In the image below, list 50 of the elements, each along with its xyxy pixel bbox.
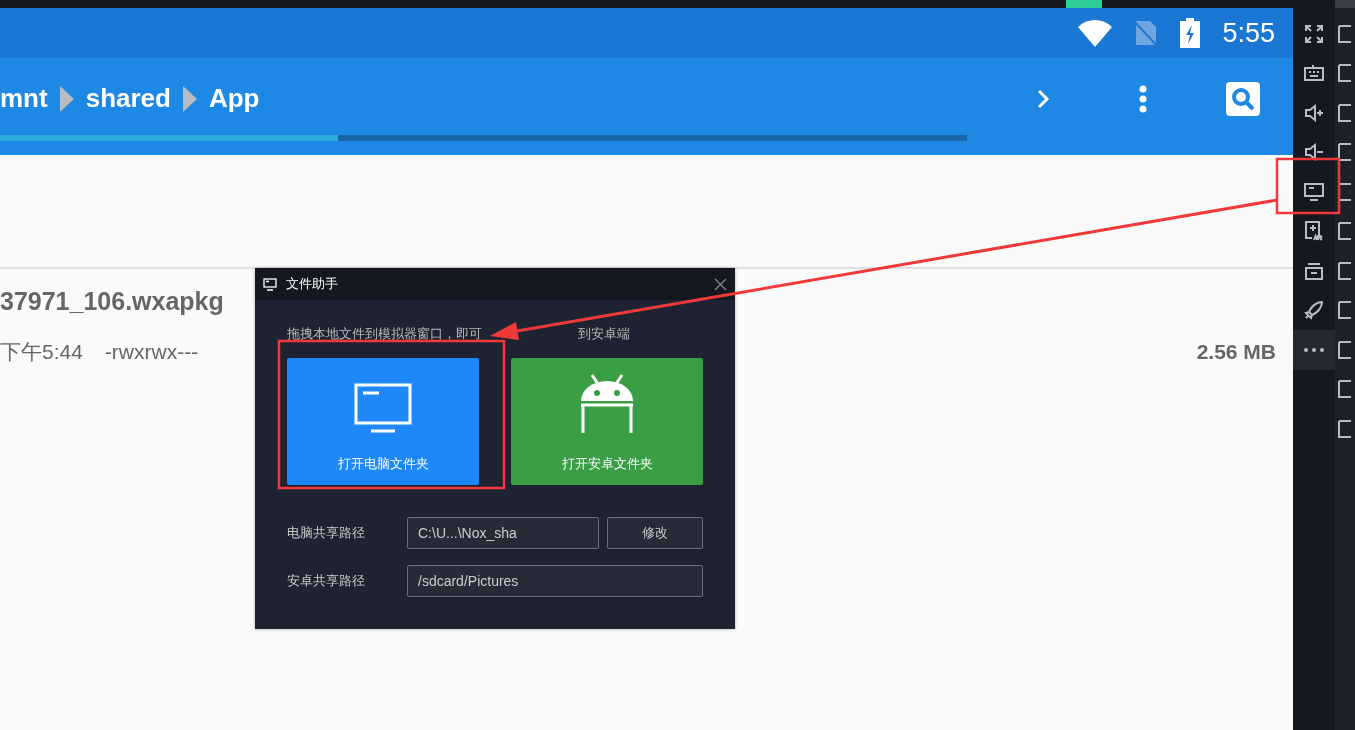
android-icon	[578, 373, 636, 433]
fullscreen-icon[interactable]	[1304, 23, 1324, 44]
volume-down-icon[interactable]	[1304, 143, 1324, 162]
toolbar-icon[interactable]	[1335, 299, 1351, 322]
monitor-icon[interactable]	[1304, 182, 1324, 201]
breadcrumb-item[interactable]: shared	[85, 83, 171, 114]
battery-charging-icon	[1180, 18, 1201, 48]
stack-icon[interactable]	[1304, 260, 1324, 281]
field-label: 安卓共享路径	[287, 572, 366, 590]
more-vertical-icon	[1139, 84, 1147, 113]
volume-up-icon[interactable]	[1304, 103, 1324, 122]
keyboard-icon[interactable]	[1304, 65, 1324, 82]
toolbar-icon[interactable]	[1335, 259, 1351, 282]
search-icon	[1226, 81, 1260, 116]
toolbar-icon[interactable]	[1335, 22, 1351, 45]
breadcrumb-separator-icon	[59, 85, 74, 112]
monitor-icon	[263, 277, 277, 291]
rocket-icon[interactable]	[1304, 300, 1324, 321]
file-date: 下午5:44	[0, 339, 83, 365]
toolbar-icon[interactable]	[1335, 101, 1351, 124]
monitor-icon	[354, 383, 412, 433]
breadcrumb-item[interactable]: App	[208, 83, 260, 114]
toolbar-icon[interactable]	[1335, 338, 1351, 361]
toolbar-icon[interactable]	[1335, 62, 1351, 85]
path-field[interactable]: /sdcard/Pictures	[407, 565, 703, 597]
more-icon[interactable]	[1304, 347, 1324, 352]
apk-install-icon[interactable]	[1304, 220, 1324, 243]
open-folder-button[interactable]: 打开安卓文件夹	[511, 358, 703, 485]
toolbar-icon[interactable]	[1335, 417, 1351, 440]
edit-button[interactable]: 修改	[607, 517, 703, 549]
toolbar-icon[interactable]	[1335, 220, 1351, 243]
file-size: 2.56 MB	[1196, 340, 1276, 364]
chevron-right-icon	[1036, 87, 1050, 110]
wifi-icon	[1078, 19, 1113, 47]
drag-hint: 拖拽本地文件到模拟器窗口，即可	[287, 325, 482, 343]
close-button[interactable]	[714, 277, 727, 291]
no-sim-icon	[1134, 19, 1159, 47]
toolbar-icon[interactable]	[1335, 141, 1351, 164]
drag-hint: 到安卓端	[578, 325, 630, 343]
close-icon	[714, 277, 727, 291]
open-folder-button[interactable]: 打开电脑文件夹	[287, 358, 479, 485]
dialog-title: 文件助手	[286, 275, 339, 293]
field-label: 电脑共享路径	[287, 524, 366, 542]
path-field[interactable]: C:\U...\Nox_sha	[407, 517, 599, 549]
highlight-frame	[1275, 157, 1341, 215]
file-permissions: -rwxrwx---	[104, 340, 200, 364]
breadcrumb-separator-icon	[182, 85, 197, 112]
toolbar-icon[interactable]	[1335, 378, 1351, 401]
clock-time: 5:55	[1222, 17, 1275, 49]
breadcrumb-item[interactable]: mnt	[0, 83, 48, 114]
